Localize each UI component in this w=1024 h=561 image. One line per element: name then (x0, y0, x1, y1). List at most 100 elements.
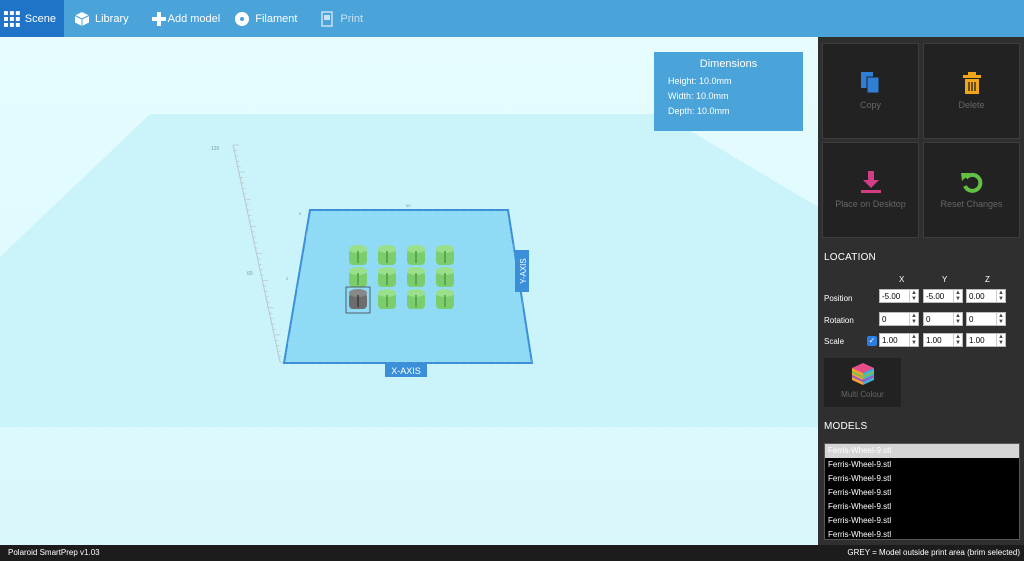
plate-label-top-mid: 60 (406, 203, 411, 208)
copy-button[interactable]: Copy (822, 43, 919, 139)
model-object[interactable] (407, 267, 425, 287)
status-legend: GREY = Model outside print area (brim se… (847, 548, 1020, 557)
multi-colour-label: Multi Colour (841, 390, 884, 399)
position-label: Position (824, 294, 853, 303)
nav-filament-label: Filament (255, 12, 298, 25)
spinner-arrows-icon[interactable]: ▲ ▼ (909, 290, 918, 302)
spinner-arrows-icon[interactable]: ▲ ▼ (909, 313, 918, 325)
delete-label: Delete (958, 100, 985, 110)
nav-print[interactable]: Print (305, 0, 371, 37)
models-title: MODELS (824, 421, 868, 432)
rotation-x-value: 0 (882, 314, 887, 324)
model-list-item[interactable]: Ferris-Wheel-9.stl (825, 444, 1019, 458)
spinner-arrows-icon[interactable]: ▲ ▼ (953, 334, 962, 346)
dimensions-depth: Depth: 10.0mm (668, 106, 730, 116)
undo-icon (960, 172, 982, 193)
model-list-item[interactable]: Ferris-Wheel-9.stl (825, 500, 1019, 514)
rotation-y-value: 0 (926, 314, 931, 324)
top-nav: Scene Library Add model Filament Print (0, 0, 1024, 37)
copy-label: Copy (859, 100, 881, 110)
side-panel: Copy Delete Place on Desktop Reset Chang… (818, 37, 1024, 545)
model-object[interactable] (436, 267, 454, 287)
status-bar: Polaroid SmartPrep v1.03 GREY = Model ou… (0, 545, 1024, 561)
model-list-item[interactable]: Ferris-Wheel-9.stl (825, 472, 1019, 486)
spinner-arrows-icon[interactable]: ▲ ▼ (996, 313, 1005, 325)
model-list-item[interactable]: Ferris-Wheel-9.stl (825, 486, 1019, 500)
nav-library-label: Library (95, 12, 129, 25)
rotation-z-value: 0 (969, 314, 974, 324)
model-object[interactable] (436, 245, 454, 265)
nav-filament[interactable]: Filament (228, 0, 305, 37)
dimensions-height: Height: 10.0mm (668, 76, 732, 86)
reset-changes-label: Reset Changes (940, 199, 1003, 209)
position-x-input[interactable]: -5.00 ▲ ▼ (879, 289, 919, 303)
model-object[interactable] (407, 289, 425, 309)
position-z-value: 0.00 (969, 291, 985, 301)
spinner-arrows-icon[interactable]: ▲ ▼ (996, 334, 1005, 346)
position-z-input[interactable]: 0.00 ▲ ▼ (966, 289, 1006, 303)
model-object[interactable] (349, 245, 367, 265)
nav-scene-label: Scene (24, 12, 56, 25)
model-object[interactable] (407, 245, 425, 265)
multi-colour-button[interactable]: Multi Colour (824, 358, 901, 407)
scale-z-input[interactable]: 1.00 ▲ ▼ (966, 333, 1006, 347)
place-on-desktop-button[interactable]: Place on Desktop (822, 142, 919, 238)
location-header-x: X (899, 275, 905, 284)
nav-print-label: Print (340, 12, 364, 25)
scale-z-value: 1.00 (969, 335, 985, 345)
location-title: LOCATION (824, 252, 876, 263)
spinner-arrows-icon[interactable]: ▲ ▼ (996, 290, 1005, 302)
spinner-arrows-icon[interactable]: ▲ ▼ (953, 313, 962, 325)
printer-icon (321, 10, 334, 27)
model-list-item[interactable]: Ferris-Wheel-9.stl (825, 514, 1019, 528)
model-object[interactable] (436, 289, 454, 309)
multicolour-cube-icon (851, 363, 874, 385)
trash-icon (962, 72, 981, 94)
scale-label: Scale (824, 337, 845, 346)
model-object[interactable] (378, 267, 396, 287)
scale-x-value: 1.00 (882, 335, 898, 345)
y-axis-label: Y-AXIS (519, 258, 528, 284)
delete-button[interactable]: Delete (923, 43, 1020, 139)
model-list-item[interactable]: Ferris-Wheel-9.stl (825, 458, 1019, 472)
spool-icon (235, 11, 250, 26)
nav-library[interactable]: Library (64, 0, 137, 37)
position-x-value: -5.00 (882, 291, 901, 301)
plus-icon (151, 11, 166, 26)
model-object[interactable] (378, 289, 396, 309)
model-object[interactable] (349, 267, 367, 287)
app-version: Polaroid SmartPrep v1.03 (8, 548, 100, 557)
model-object[interactable] (378, 245, 396, 265)
nav-scene[interactable]: Scene (0, 0, 64, 37)
place-on-desktop-label: Place on Desktop (835, 199, 906, 209)
nav-add-model[interactable]: Add model (137, 0, 229, 37)
rotation-x-input[interactable]: 0 ▲ ▼ (879, 312, 919, 326)
location-header-z: Z (985, 275, 990, 284)
3d-viewport[interactable]: 120 60 0 60 0 X-AXIS Y-AXIS Dimensions H… (0, 37, 818, 545)
rotation-z-input[interactable]: 0 ▲ ▼ (966, 312, 1006, 326)
reset-changes-button[interactable]: Reset Changes (923, 142, 1020, 238)
rotation-y-input[interactable]: 0 ▲ ▼ (923, 312, 963, 326)
dimensions-panel: Dimensions Height: 10.0mm Width: 10.0mm … (654, 52, 803, 131)
scale-y-value: 1.00 (926, 335, 942, 345)
spinner-arrows-icon[interactable]: ▲ ▼ (953, 290, 962, 302)
dimensions-title: Dimensions (699, 58, 758, 70)
models-list[interactable]: Ferris-Wheel-9.stl Ferris-Wheel-9.stl Ferr… (824, 443, 1020, 540)
copy-icon (860, 72, 879, 94)
ruler-label-mid: 60 (247, 271, 253, 277)
ruler-label-top: 120 (211, 146, 220, 152)
x-axis-label: X-AXIS (391, 366, 421, 376)
scale-lock-checkbox[interactable]: ✓ (867, 336, 877, 346)
spinner-arrows-icon[interactable]: ▲ ▼ (909, 334, 918, 346)
position-y-value: -5.00 (926, 291, 945, 301)
rotation-label: Rotation (824, 316, 854, 325)
position-y-input[interactable]: -5.00 ▲ ▼ (923, 289, 963, 303)
model-list-item[interactable]: Ferris-Wheel-9.stl (825, 528, 1019, 542)
grid-icon (4, 10, 20, 27)
location-header-y: Y (942, 275, 948, 284)
scale-y-input[interactable]: 1.00 ▲ ▼ (923, 333, 963, 347)
dimensions-width: Width: 10.0mm (668, 91, 729, 101)
nav-add-model-label: Add model (167, 12, 221, 25)
cube-icon (74, 11, 90, 26)
scale-x-input[interactable]: 1.00 ▲ ▼ (879, 333, 919, 347)
